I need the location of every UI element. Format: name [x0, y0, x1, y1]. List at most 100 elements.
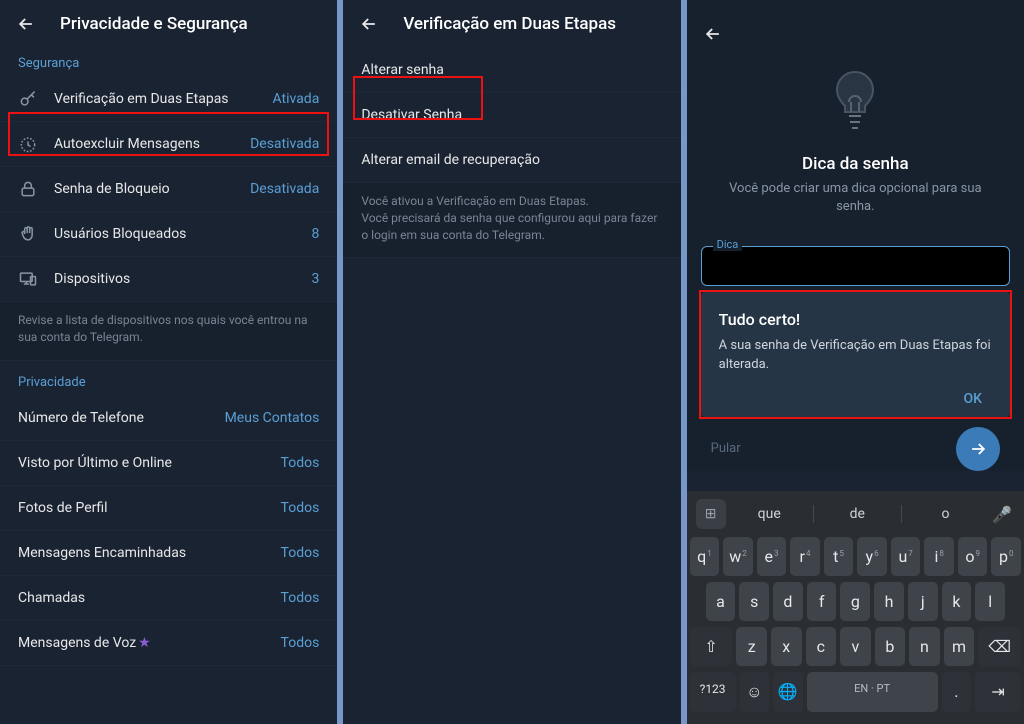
key-r[interactable]: r4: [790, 537, 820, 576]
key-b[interactable]: b: [875, 627, 906, 666]
two-step-verification-row[interactable]: Verificação em Duas Etapas Ativada: [0, 77, 337, 122]
photos-label: Fotos de Perfil: [18, 500, 265, 516]
hint-field[interactable]: Dica: [701, 246, 1010, 286]
key-j[interactable]: j: [908, 582, 938, 621]
timer-icon: [18, 134, 38, 154]
passcode-label: Senha de Bloqueio: [54, 181, 234, 197]
privacy-security-panel: Privacidade e Segurança Segurança Verifi…: [0, 0, 337, 724]
key-f[interactable]: f: [807, 582, 837, 621]
voice-msgs-row[interactable]: Mensagens de Voz★ Todos: [0, 621, 337, 666]
change-password-row[interactable]: Alterar senha: [343, 48, 680, 93]
forwarded-msgs-row[interactable]: Mensagens Encaminhadas Todos: [0, 531, 337, 576]
photos-value: Todos: [281, 500, 320, 516]
back-icon[interactable]: [16, 14, 36, 34]
two-step-hint: Você ativou a Verificação em Duas Etapas…: [343, 183, 680, 258]
security-section-label: Segurança: [0, 48, 337, 77]
numbers-key[interactable]: ?123: [690, 672, 736, 712]
hand-icon: [18, 224, 38, 244]
devices-row[interactable]: Dispositivos 3: [0, 257, 337, 302]
period-key[interactable]: .: [942, 672, 972, 712]
phone-label: Número de Telefone: [18, 410, 209, 426]
blocked-value: 8: [311, 226, 319, 242]
hint-subtitle: Você pode criar uma dica opcional para s…: [687, 180, 1024, 228]
key-k[interactable]: k: [942, 582, 972, 621]
key-p[interactable]: p0: [991, 537, 1021, 576]
backspace-key[interactable]: ⌫: [978, 627, 1021, 666]
key-t[interactable]: t5: [824, 537, 854, 576]
devices-label: Dispositivos: [54, 271, 295, 287]
voice-label: Mensagens de Voz★: [18, 635, 265, 651]
enter-key[interactable]: ⇥: [975, 672, 1021, 712]
key-l[interactable]: l: [975, 582, 1005, 621]
key-d[interactable]: d: [773, 582, 803, 621]
space-key[interactable]: EN · PT: [807, 672, 938, 712]
key-s[interactable]: s: [739, 582, 769, 621]
password-hint-panel: Dica da senha Você pode criar uma dica o…: [687, 0, 1024, 724]
key-i[interactable]: i8: [924, 537, 954, 576]
key-x[interactable]: x: [771, 627, 802, 666]
keyboard: ⊞ que de o 🎤 q1w2e3r4t5y6u7i8o9p0 asdfgh…: [687, 491, 1024, 724]
key-o[interactable]: o9: [958, 537, 988, 576]
panel1-header: Privacidade e Segurança: [0, 0, 337, 48]
skip-button[interactable]: Pular: [711, 441, 741, 456]
key-v[interactable]: v: [840, 627, 871, 666]
change-recovery-email-row[interactable]: Alterar email de recuperação: [343, 138, 680, 183]
suggestion-divider: [813, 505, 814, 523]
lightbulb-icon: [687, 44, 1024, 148]
auto-delete-row[interactable]: Autoexcluir Mensagens Desativada: [0, 122, 337, 167]
key-q[interactable]: q1: [690, 537, 720, 576]
last-seen-row[interactable]: Visto por Último e Online Todos: [0, 441, 337, 486]
devices-hint: Revise a lista de dispositivos nos quais…: [0, 302, 337, 361]
key-m[interactable]: m: [944, 627, 975, 666]
panel1-title: Privacidade e Segurança: [60, 14, 248, 34]
privacy-section-label: Privacidade: [0, 361, 337, 396]
key-w[interactable]: w2: [723, 537, 753, 576]
suggestion-3[interactable]: o: [908, 506, 983, 522]
dialog-title: Tudo certo!: [719, 310, 992, 329]
calls-row[interactable]: Chamadas Todos: [0, 576, 337, 621]
phone-number-row[interactable]: Número de Telefone Meus Contatos: [0, 396, 337, 441]
suggestion-1[interactable]: que: [732, 506, 807, 522]
shift-key[interactable]: ⇧: [690, 627, 733, 666]
panel3-content: Dica da senha Você pode criar uma dica o…: [687, 0, 1024, 471]
key-h[interactable]: h: [874, 582, 904, 621]
panel2-title: Verificação em Duas Etapas: [403, 14, 616, 34]
key-u[interactable]: u7: [891, 537, 921, 576]
key-y[interactable]: y6: [857, 537, 887, 576]
back-icon[interactable]: [359, 14, 379, 34]
keyboard-grid-icon[interactable]: ⊞: [696, 499, 726, 529]
change-pw-label: Alterar senha: [361, 62, 662, 78]
calls-value: Todos: [281, 590, 320, 606]
fwd-label: Mensagens Encaminhadas: [18, 545, 265, 561]
auto-delete-label: Autoexcluir Mensagens: [54, 136, 234, 152]
success-dialog: Tudo certo! A sua senha de Verificação e…: [701, 292, 1010, 416]
auto-delete-value: Desativada: [250, 136, 319, 152]
lastseen-label: Visto por Último e Online: [18, 455, 265, 471]
disable-password-row[interactable]: Desativar Senha: [343, 93, 680, 138]
profile-photos-row[interactable]: Fotos de Perfil Todos: [0, 486, 337, 531]
key-e[interactable]: e3: [757, 537, 787, 576]
key-row-1: q1w2e3r4t5y6u7i8o9p0: [690, 537, 1021, 576]
key-a[interactable]: a: [706, 582, 736, 621]
calls-label: Chamadas: [18, 590, 265, 606]
hint-input[interactable]: [701, 246, 1010, 286]
dialog-body: A sua senha de Verificação em Duas Etapa…: [719, 337, 992, 373]
key-row-4: ?123 ☺ 🌐 EN · PT . ⇥: [690, 672, 1021, 712]
suggestion-2[interactable]: de: [820, 506, 895, 522]
suggestion-bar: ⊞ que de o 🎤: [690, 495, 1021, 537]
language-key[interactable]: 🌐: [773, 672, 803, 712]
back-icon[interactable]: [703, 24, 723, 44]
change-email-label: Alterar email de recuperação: [361, 152, 662, 168]
voice-label-text: Mensagens de Voz: [18, 635, 136, 651]
key-g[interactable]: g: [840, 582, 870, 621]
key-c[interactable]: c: [806, 627, 837, 666]
blocked-users-row[interactable]: Usuários Bloqueados 8: [0, 212, 337, 257]
key-n[interactable]: n: [909, 627, 940, 666]
key-z[interactable]: z: [736, 627, 767, 666]
mic-icon[interactable]: 🎤: [989, 505, 1015, 524]
continue-button[interactable]: [956, 427, 1000, 471]
passcode-lock-row[interactable]: Senha de Bloqueio Desativada: [0, 167, 337, 212]
skip-row: Pular: [687, 417, 1024, 471]
ok-button[interactable]: OK: [953, 385, 992, 413]
emoji-key[interactable]: ☺: [740, 672, 770, 712]
